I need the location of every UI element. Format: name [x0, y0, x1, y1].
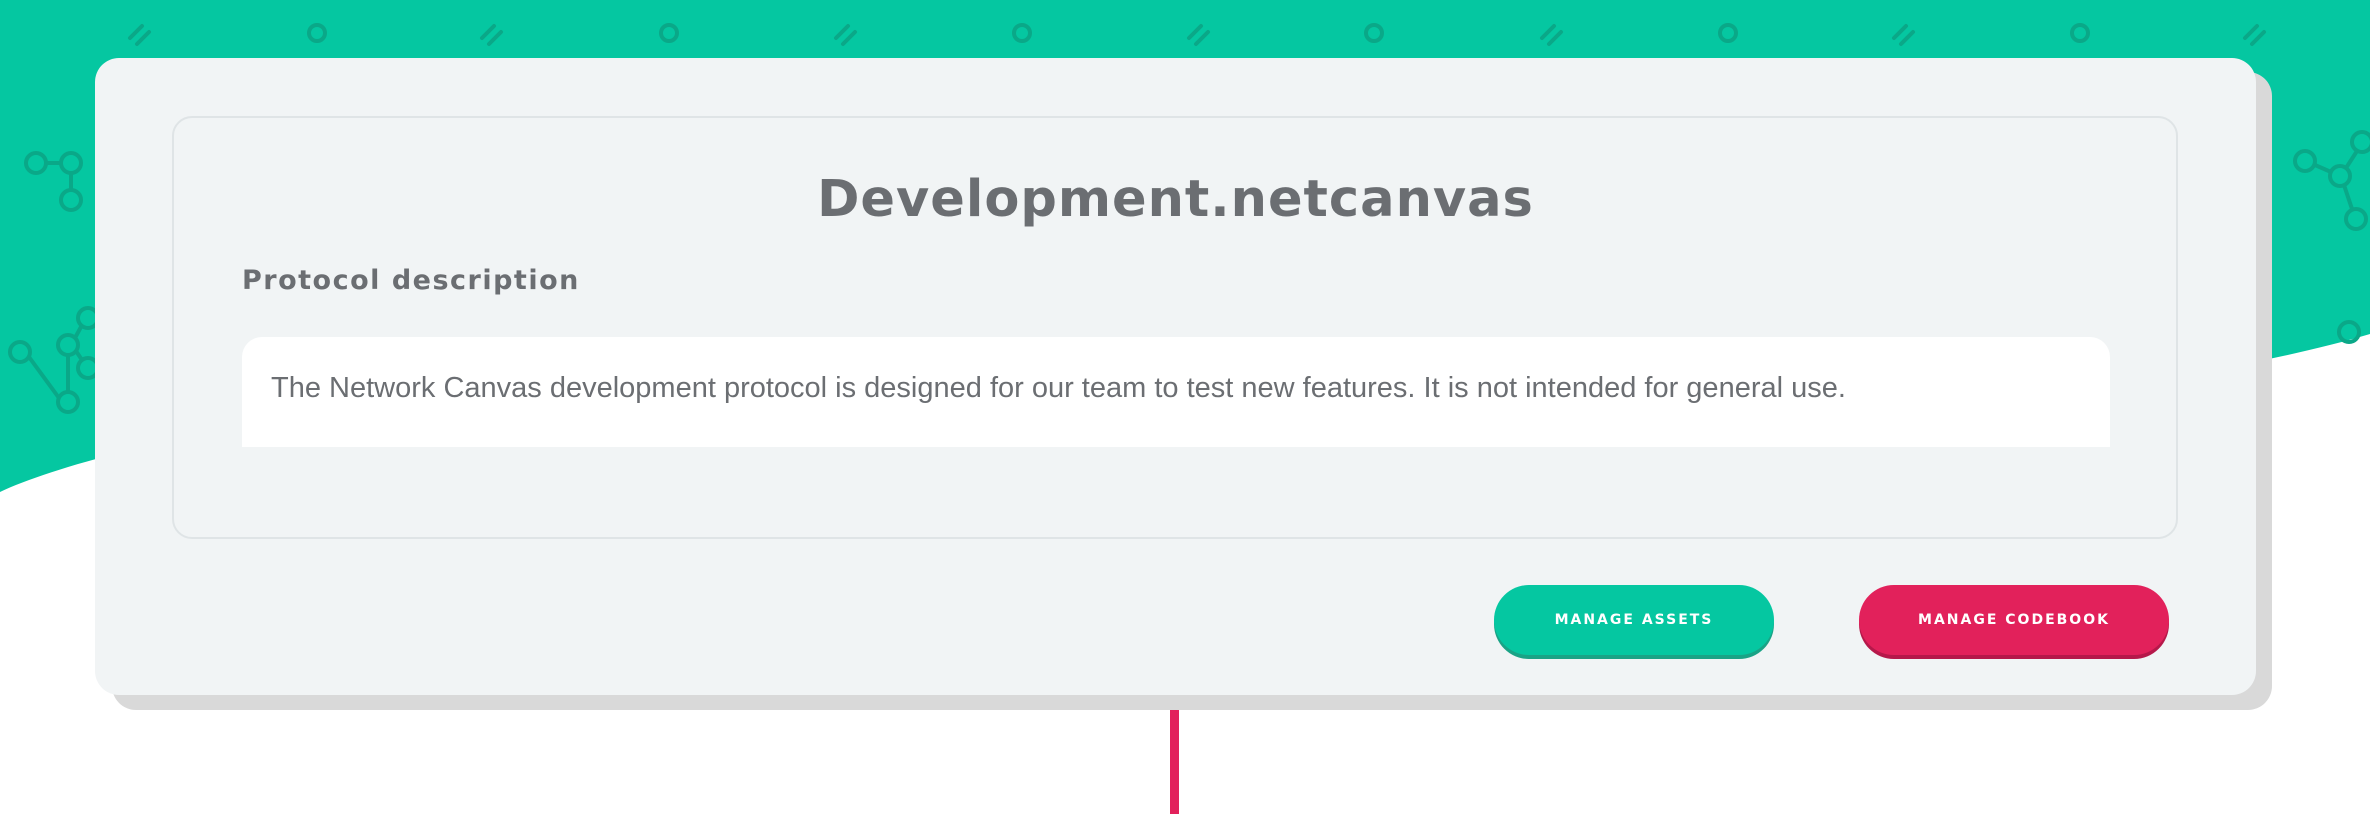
protocol-screen: Development.netcanvas Protocol descripti… — [0, 0, 2370, 814]
protocol-card: Development.netcanvas Protocol descripti… — [95, 58, 2256, 695]
description-box: The Network Canvas development protocol … — [242, 337, 2110, 447]
manage-assets-button[interactable]: MANAGE ASSETS — [1494, 585, 1774, 655]
description-text: The Network Canvas development protocol … — [271, 372, 1846, 404]
description-heading: Protocol description — [242, 265, 580, 296]
protocol-title: Development.netcanvas — [817, 170, 1534, 229]
manage-codebook-button[interactable]: MANAGE CODEBOOK — [1859, 585, 2169, 655]
